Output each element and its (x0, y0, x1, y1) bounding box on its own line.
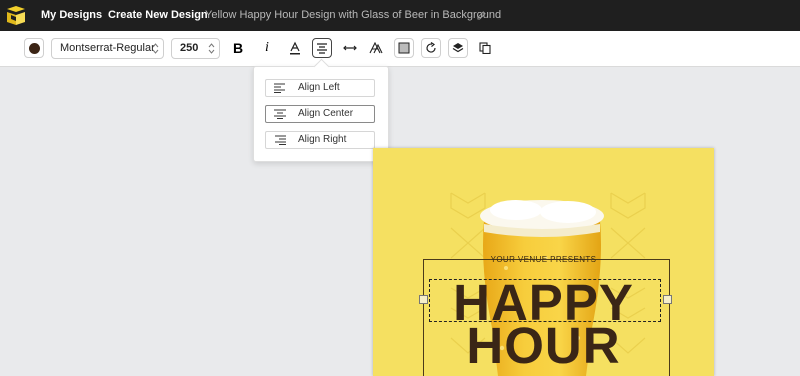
rotate-button[interactable] (421, 38, 441, 58)
bold-icon: B (232, 40, 244, 56)
align-center-option[interactable]: Align Center (265, 105, 375, 123)
italic-button[interactable]: i (257, 38, 277, 58)
duplicate-button[interactable] (475, 38, 495, 58)
align-left-icon (274, 83, 285, 93)
background-fill-button[interactable] (394, 38, 414, 58)
layers-icon (452, 43, 464, 53)
venue-text[interactable]: YOUR VENUE PRESENTS (373, 255, 714, 264)
text-effects-icon (369, 42, 383, 54)
select-caret-icon (152, 43, 159, 54)
align-dropdown-menu: Align Left Align Center Align Right (253, 58, 389, 162)
text-effects-button[interactable] (366, 38, 386, 58)
duplicate-icon (479, 42, 491, 54)
edit-title-pencil-icon[interactable] (477, 11, 486, 20)
select-caret-icon (208, 43, 215, 54)
font-size-value: 250 (180, 42, 199, 54)
letter-spacing-icon (343, 45, 357, 51)
text-selection-box[interactable] (429, 279, 661, 322)
nav-my-designs[interactable]: My Designs (41, 0, 102, 31)
app-logo-icon[interactable] (5, 6, 27, 26)
text-color-swatch (28, 42, 40, 54)
font-family-select[interactable]: Montserrat-Regular (51, 38, 164, 59)
text-color-icon (290, 41, 300, 55)
background-fill-icon (398, 42, 410, 54)
design-canvas[interactable]: YOUR VENUE PRESENTS HAPPY HOUR (373, 148, 714, 376)
layers-button[interactable] (448, 38, 468, 58)
align-right-icon (275, 135, 286, 145)
letter-spacing-button[interactable] (340, 38, 360, 58)
align-left-option[interactable]: Align Left (265, 79, 375, 97)
align-right-label: Align Right (298, 134, 347, 145)
text-color-underline-button[interactable] (285, 38, 305, 58)
top-bar: My Designs Create New Design Yellow Happ… (0, 0, 800, 31)
align-left-label: Align Left (298, 82, 340, 93)
resize-handle-right[interactable] (663, 295, 672, 304)
bold-button[interactable]: B (228, 38, 248, 58)
align-right-option[interactable]: Align Right (265, 131, 375, 149)
text-toolbar: Montserrat-Regular 250 B i (0, 31, 800, 67)
text-align-button[interactable] (312, 38, 332, 58)
align-center-icon (274, 109, 286, 119)
italic-icon: i (265, 40, 269, 55)
nav-create-new-design[interactable]: Create New Design (108, 0, 208, 31)
resize-handle-left[interactable] (419, 295, 428, 304)
rotate-icon (426, 42, 436, 53)
text-color-button[interactable] (24, 38, 44, 58)
font-size-select[interactable]: 250 (171, 38, 220, 59)
align-center-icon (317, 43, 327, 54)
align-center-label: Align Center (298, 108, 354, 119)
headline-hour[interactable]: HOUR (373, 319, 714, 373)
design-title[interactable]: Yellow Happy Hour Design with Glass of B… (205, 0, 501, 31)
font-family-value: Montserrat-Regular (60, 42, 155, 54)
